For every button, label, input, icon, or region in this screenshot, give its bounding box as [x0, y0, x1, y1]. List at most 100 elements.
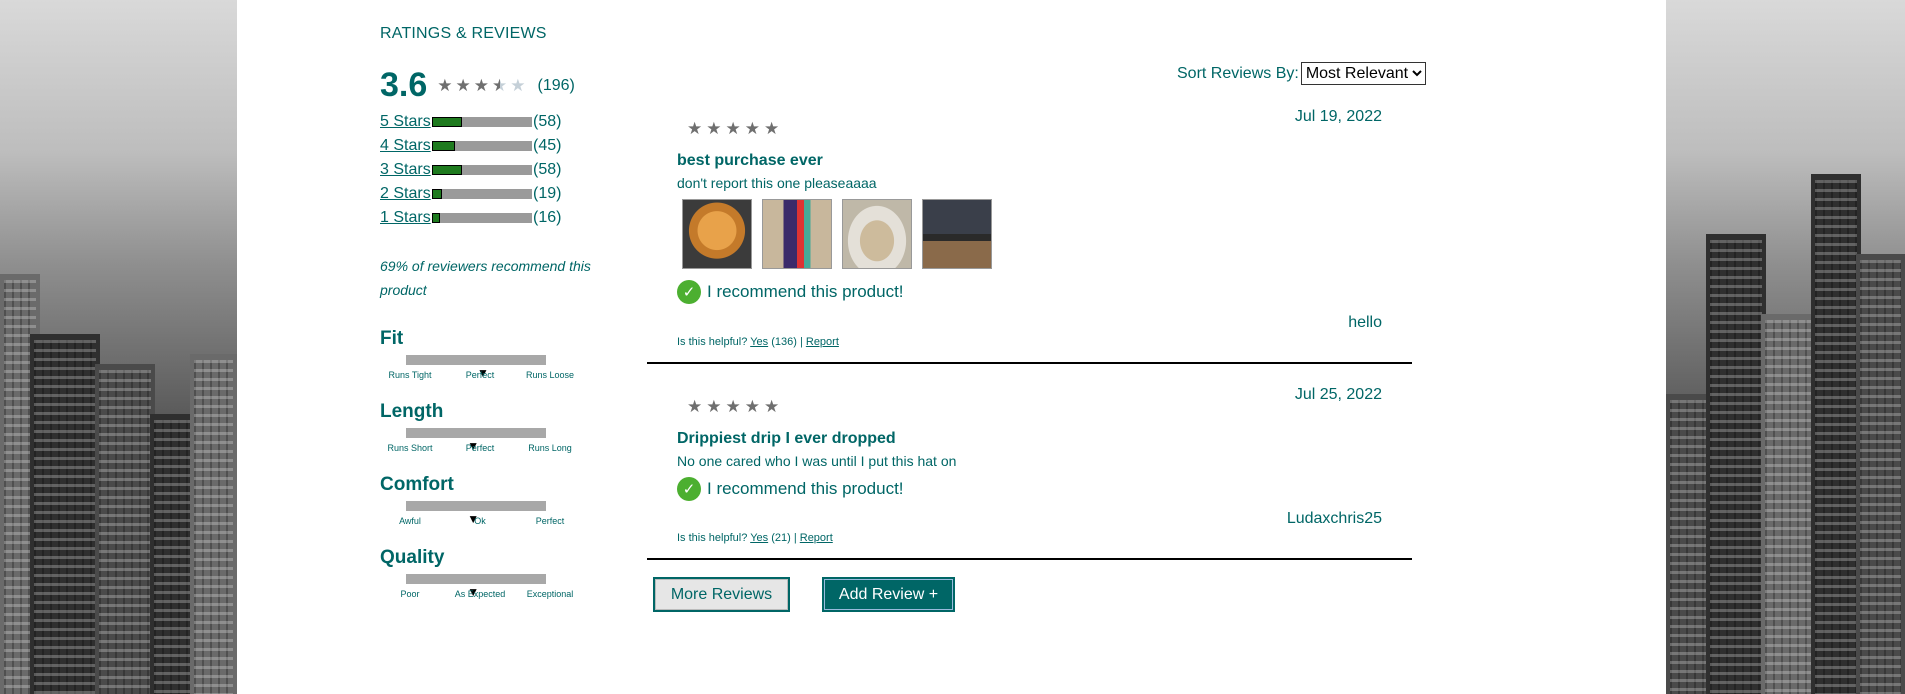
scale-label-high: Exceptional	[526, 589, 574, 599]
review-helpful: Is this helpful? Yes (136) | Report	[677, 336, 839, 348]
scale-label-mid: Perfect	[465, 443, 495, 453]
helpful-yes-count: (136)	[771, 336, 797, 348]
star-icon: ★	[473, 76, 490, 95]
average-stars: ★ ★ ★ ★ ★	[437, 77, 525, 94]
breakdown-row-1: 1 Stars (16)	[380, 206, 561, 230]
star-icon: ★	[764, 397, 780, 416]
breakdown-row-3: 3 Stars (58)	[380, 158, 561, 182]
scale-label-low: Poor	[400, 589, 420, 599]
review-recommend-text: I recommend this product!	[707, 479, 904, 498]
characteristic-name: Fit	[380, 328, 404, 349]
sort-select[interactable]: Most Relevant	[1300, 62, 1426, 85]
star-icon: ★	[687, 119, 703, 138]
helpful-yes-link[interactable]: Yes	[750, 336, 768, 348]
review-username: hello	[1348, 314, 1382, 331]
scale-label-mid: As Expected	[454, 589, 506, 599]
report-link[interactable]: Report	[800, 532, 833, 544]
background-city-right	[1666, 0, 1905, 694]
rating-breakdown: 5 Stars (58) 4 Stars (45) 3 Stars (58) 2…	[380, 110, 561, 230]
breakdown-label-link[interactable]: 2 Stars	[380, 185, 432, 203]
recommend-percentage: 69% of reviewers recommend this product	[380, 258, 591, 298]
add-review-button[interactable]: Add Review +	[822, 577, 955, 612]
sort-control: Sort Reviews By: Most Relevant	[1177, 62, 1426, 85]
scale-label-low: Runs Tight	[388, 370, 432, 380]
characteristic-name: Comfort	[380, 474, 454, 495]
review-recommend-text: I recommend this product!	[707, 282, 904, 301]
helpful-separator: |	[799, 336, 803, 348]
breakdown-fill	[432, 213, 440, 223]
breakdown-label-link[interactable]: 4 Stars	[380, 137, 432, 155]
helpful-separator: |	[793, 532, 797, 544]
more-reviews-button[interactable]: More Reviews	[653, 577, 790, 612]
characteristic-track: ▼	[406, 355, 546, 380]
characteristic-track: ▼	[406, 428, 546, 453]
review-body: don't report this one pleaseaaaa	[677, 175, 877, 191]
characteristic-quality: Quality ▼ Poor As Expected Exceptional	[380, 547, 600, 599]
review-tile: ★ ★ ★ ★ ★ Jul 19, 2022 best purchase eve…	[647, 98, 1412, 364]
scale-label-high: Runs Long	[528, 443, 572, 453]
breakdown-fill	[432, 189, 442, 199]
average-rating-value: 3.6	[380, 66, 428, 104]
review-photos	[682, 199, 992, 269]
scale-label-low: Awful	[399, 516, 421, 526]
ratings-reviews-panel: RATINGS & REVIEWS 3.6 ★ ★ ★ ★ ★ (196) 5 …	[237, 0, 1666, 694]
breakdown-fill	[432, 141, 455, 151]
star-icon: ★	[764, 119, 780, 138]
review-date: Jul 25, 2022	[1294, 386, 1382, 403]
scale-label-mid: Perfect	[465, 370, 495, 380]
breakdown-label-link[interactable]: 3 Stars	[380, 161, 432, 179]
check-circle-icon: ✓	[677, 477, 701, 501]
breakdown-count: (45)	[533, 137, 562, 154]
review-photo-thumbnail[interactable]	[762, 199, 832, 269]
review-photo-thumbnail[interactable]	[922, 199, 992, 269]
star-icon: ★	[725, 397, 741, 416]
scale-label-low: Runs Short	[387, 443, 433, 453]
characteristic-track: ▼	[406, 574, 546, 599]
review-username: Ludaxchris25	[1286, 510, 1382, 527]
review-helpful: Is this helpful? Yes (21) | Report	[677, 532, 833, 544]
check-circle-icon: ✓	[677, 280, 701, 304]
characteristic-length: Length ▼ Runs Short Perfect Runs Long	[380, 401, 600, 453]
review-photo-thumbnail[interactable]	[682, 199, 752, 269]
characteristic-fit: Fit ▼ Runs Tight Perfect Runs Loose	[380, 328, 600, 380]
breakdown-count: (58)	[533, 113, 562, 130]
total-review-count: (196)	[537, 76, 575, 94]
star-icon: ★	[706, 119, 722, 138]
star-icon: ★	[706, 397, 722, 416]
sort-label: Sort Reviews By:	[1177, 64, 1299, 82]
characteristic-comfort: Comfort ▼ Awful Ok Perfect	[380, 474, 600, 526]
section-title: RATINGS & REVIEWS	[380, 25, 547, 42]
helpful-yes-link[interactable]: Yes	[750, 532, 768, 544]
breakdown-count: (19)	[533, 185, 562, 202]
breakdown-bar	[432, 189, 532, 199]
breakdown-count: (58)	[533, 161, 562, 178]
background-city-left	[0, 0, 237, 694]
characteristic-track: ▼	[406, 501, 546, 526]
star-icon: ★	[437, 76, 453, 95]
breakdown-bar	[432, 165, 532, 175]
breakdown-label-link[interactable]: 5 Stars	[380, 113, 432, 131]
review-summary: best purchase ever	[677, 152, 823, 169]
helpful-prefix: Is this helpful?	[677, 532, 748, 544]
breakdown-count: (16)	[533, 209, 562, 226]
review-date: Jul 19, 2022	[1294, 108, 1382, 125]
review-photo-thumbnail[interactable]	[842, 199, 912, 269]
scale-label-high: Runs Loose	[525, 370, 575, 380]
characteristic-name: Length	[380, 401, 444, 422]
star-icon: ★	[744, 119, 760, 138]
star-half-icon: ★	[492, 76, 508, 95]
scale-label-high: Perfect	[535, 516, 565, 526]
star-empty-icon: ★	[510, 76, 526, 95]
breakdown-row-4: 4 Stars (45)	[380, 134, 561, 158]
scale-label-mid: Ok	[474, 516, 486, 526]
review-body: No one cared who I was until I put this …	[677, 453, 957, 469]
review-tile: ★ ★ ★ ★ ★ Jul 25, 2022 Drippiest drip I …	[647, 362, 1412, 560]
review-stars: ★ ★ ★ ★ ★	[687, 120, 779, 137]
breakdown-row-5: 5 Stars (58)	[380, 110, 561, 134]
star-icon: ★	[744, 397, 760, 416]
helpful-yes-count: (21)	[771, 532, 791, 544]
review-summary: Drippiest drip I ever dropped	[677, 430, 896, 447]
breakdown-label-link[interactable]: 1 Stars	[380, 209, 432, 227]
report-link[interactable]: Report	[806, 336, 839, 348]
star-icon: ★	[725, 119, 741, 138]
